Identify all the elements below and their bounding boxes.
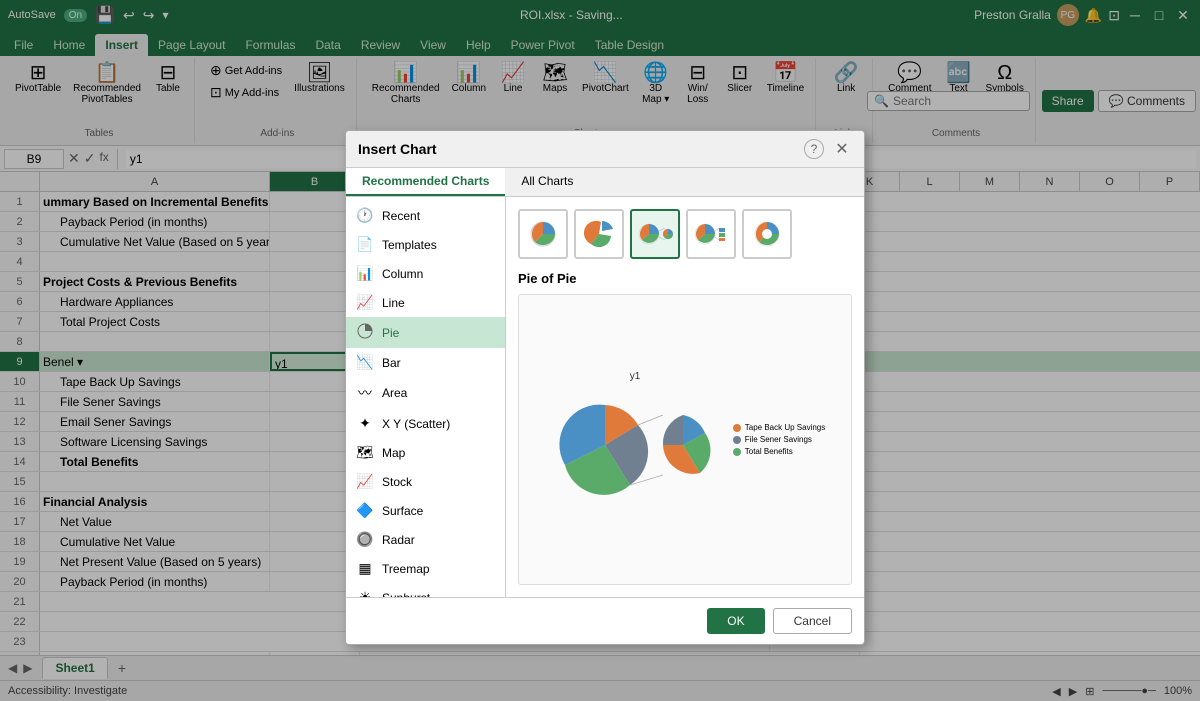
- line-icon: 📈: [356, 294, 374, 311]
- templates-icon: 📄: [356, 236, 374, 253]
- chart-category-column[interactable]: 📊 Column: [346, 259, 505, 288]
- chart-category-pie[interactable]: Pie: [346, 317, 505, 348]
- treemap-icon: ▦: [356, 560, 374, 577]
- legend-dot-tape: [733, 424, 741, 432]
- modal-help-button[interactable]: ?: [804, 139, 824, 159]
- chart-category-area[interactable]: 〰 Area: [346, 377, 505, 409]
- legend-item-file: File Sener Savings: [733, 435, 826, 444]
- chart-category-recent[interactable]: 🕐 Recent: [346, 201, 505, 230]
- chart-type-bar-of-pie[interactable]: [686, 209, 736, 259]
- bar-icon: 📉: [356, 354, 374, 371]
- pie-icon: [356, 323, 374, 342]
- legend-item-total: Total Benefits: [733, 447, 826, 456]
- chart-type-name: Pie of Pie: [518, 271, 852, 286]
- modal-header: Insert Chart ? ✕: [346, 131, 864, 168]
- modal-title: Insert Chart: [358, 141, 437, 157]
- modal-tab-recommended[interactable]: Recommended Charts: [346, 168, 505, 196]
- chart-category-surface[interactable]: 🔷 Surface: [346, 496, 505, 525]
- legend-item-tape: Tape Back Up Savings: [733, 423, 826, 432]
- chart-category-scatter[interactable]: ✦ X Y (Scatter): [346, 409, 505, 438]
- chart-category-radar[interactable]: 🔘 Radar: [346, 525, 505, 554]
- chart-category-stock[interactable]: 📈 Stock: [346, 467, 505, 496]
- chart-types-row: [518, 209, 852, 259]
- chart-preview-area: Pie of Pie y1: [506, 197, 864, 597]
- svg-text:y1: y1: [629, 371, 640, 382]
- legend-dot-total: [733, 448, 741, 456]
- chart-category-bar[interactable]: 📉 Bar: [346, 348, 505, 377]
- chart-category-list: 🕐 Recent 📄 Templates 📊 Column 📈 Line: [346, 197, 506, 597]
- legend-dot-file: [733, 436, 741, 444]
- chart-category-templates[interactable]: 📄 Templates: [346, 230, 505, 259]
- surface-icon: 🔷: [356, 502, 374, 519]
- modal-close-button[interactable]: ✕: [832, 139, 852, 159]
- area-icon: 〰: [356, 383, 374, 403]
- ok-button[interactable]: OK: [707, 608, 764, 634]
- modal-tabs: Recommended Charts All Charts: [346, 168, 864, 197]
- pie-preview-container: y1: [519, 295, 851, 584]
- chart-type-donut[interactable]: [742, 209, 792, 259]
- chart-category-sunburst[interactable]: ☀ Sunburst: [346, 583, 505, 597]
- chart-type-basic-pie[interactable]: [518, 209, 568, 259]
- cancel-button[interactable]: Cancel: [773, 608, 852, 634]
- chart-category-line[interactable]: 📈 Line: [346, 288, 505, 317]
- insert-chart-modal: Insert Chart ? ✕ Recommended Charts All …: [345, 130, 865, 645]
- pie-chart-svg: y1: [545, 365, 725, 515]
- pie-chart-legend: Tape Back Up Savings File Sener Savings …: [733, 423, 826, 456]
- chart-preview: y1: [518, 294, 852, 585]
- chart-category-treemap[interactable]: ▦ Treemap: [346, 554, 505, 583]
- recent-icon: 🕐: [356, 207, 374, 224]
- chart-type-exploded-pie[interactable]: [574, 209, 624, 259]
- modal-tab-all[interactable]: All Charts: [505, 168, 589, 196]
- chart-type-pie-of-pie[interactable]: [630, 209, 680, 259]
- stock-icon: 📈: [356, 473, 374, 490]
- map-icon: 🗺: [356, 444, 374, 461]
- modal-body: 🕐 Recent 📄 Templates 📊 Column 📈 Line: [346, 197, 864, 597]
- radar-icon: 🔘: [356, 531, 374, 548]
- chart-category-map[interactable]: 🗺 Map: [346, 438, 505, 467]
- column-icon: 📊: [356, 265, 374, 282]
- sunburst-icon: ☀: [356, 589, 374, 597]
- modal-controls: ? ✕: [804, 139, 852, 159]
- modal-footer: OK Cancel: [346, 597, 864, 644]
- scatter-icon: ✦: [356, 415, 374, 432]
